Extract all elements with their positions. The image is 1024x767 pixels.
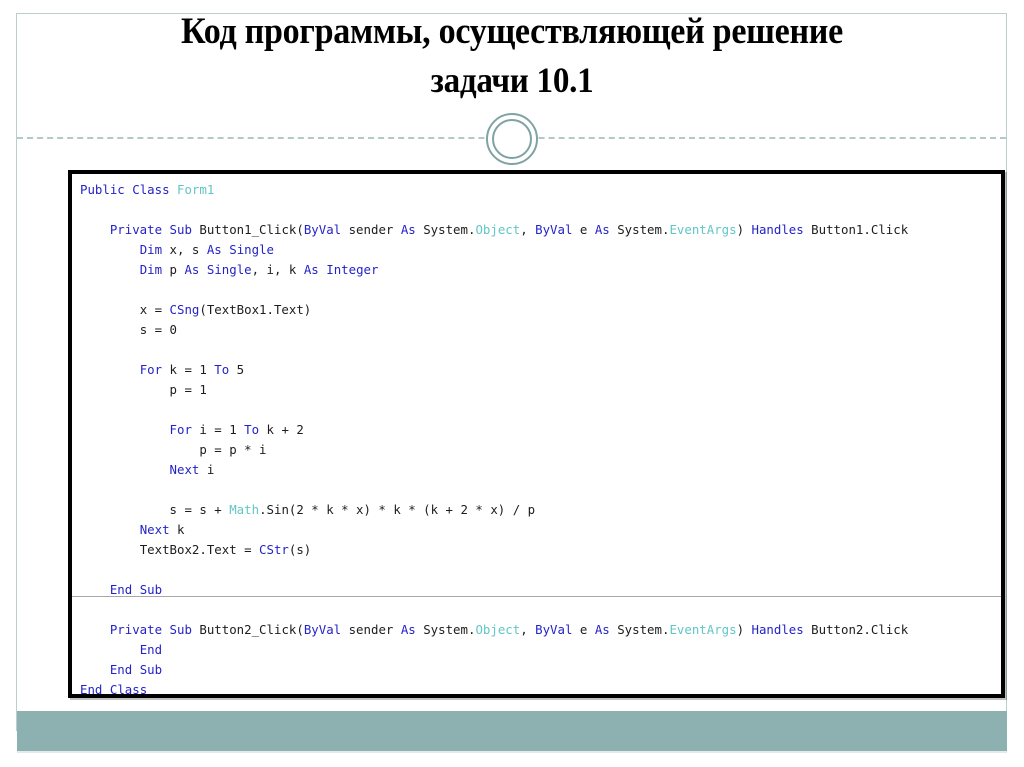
- code-token: (s): [288, 542, 312, 557]
- code-section-separator: [72, 596, 1001, 597]
- code-token: p = 1: [169, 382, 207, 397]
- code-token: System.: [415, 222, 476, 237]
- page-title-line-1: Код программы, осуществляющей решение: [181, 11, 843, 52]
- code-token: Class: [109, 682, 148, 697]
- code-token: Sub: [169, 222, 192, 237]
- code-token: Object: [475, 622, 521, 637]
- code-token: k = 1: [162, 362, 215, 377]
- code-token: p = p * i: [199, 442, 267, 457]
- decorative-ring-icon: [486, 113, 538, 165]
- code-token: .Sin(2 * k * x) * k * (k + 2 * x) / p: [259, 502, 536, 517]
- code-token: Dim: [139, 262, 163, 277]
- code-token: (TextBox1.Text): [199, 302, 312, 317]
- code-token: Button1_Click(: [191, 222, 304, 237]
- code-token: EventArgs: [669, 622, 737, 637]
- code-token: As: [594, 622, 610, 637]
- code-listing-panel: Public Class Form1 Private Sub Button1_C…: [68, 170, 1005, 698]
- presentation-slide: Код программы, осуществляющей решение за…: [0, 0, 1024, 767]
- code-token: Private: [109, 222, 163, 237]
- code-token: x =: [139, 302, 170, 317]
- code-token: EventArgs: [669, 222, 737, 237]
- code-token: Handles: [751, 622, 804, 637]
- code-token: Single: [206, 262, 252, 277]
- code-token: ): [736, 222, 752, 237]
- code-token: Public: [80, 182, 125, 197]
- code-token: Next: [139, 522, 170, 537]
- code-token: For: [169, 422, 192, 437]
- code-token: System.: [609, 622, 670, 637]
- code-token: s = 0: [139, 322, 177, 337]
- footer-accent-shadow: [17, 751, 1007, 753]
- code-token: i: [199, 462, 215, 477]
- code-token: End: [109, 582, 133, 597]
- code-token: CSng: [169, 302, 200, 317]
- code-token: Integer: [326, 262, 379, 277]
- code-token: End: [109, 662, 133, 677]
- code-token: Sub: [139, 662, 163, 677]
- code-token: ByVal: [303, 222, 342, 237]
- code-token: System.: [415, 622, 476, 637]
- page-title-line-2: задачи 10.1: [430, 60, 594, 100]
- code-token: As: [400, 622, 416, 637]
- code-token: Button2.Click: [803, 622, 909, 637]
- code-token: As: [184, 262, 200, 277]
- code-scroll-area: Public Class Form1 Private Sub Button1_C…: [72, 174, 1001, 694]
- code-token: Single: [229, 242, 274, 257]
- code-token: ,: [520, 222, 536, 237]
- code-token: , i, k: [251, 262, 304, 277]
- code-token: x, s: [162, 242, 207, 257]
- decorative-ring-inner-icon: [492, 119, 532, 159]
- code-token: As: [206, 242, 222, 257]
- code-token: As: [303, 262, 319, 277]
- code-token: Math: [229, 502, 260, 517]
- code-token: As: [594, 222, 610, 237]
- code-token: To: [214, 362, 230, 377]
- code-token: For: [139, 362, 163, 377]
- code-token: Form1: [177, 182, 215, 197]
- code-token: To: [244, 422, 260, 437]
- code-token: Button2_Click(: [191, 622, 304, 637]
- footer-accent-bar: [17, 711, 1007, 751]
- code-token: Sub: [169, 622, 192, 637]
- code-token: i = 1: [191, 422, 245, 437]
- page-title: Код программы, осуществляющей решение за…: [52, 8, 972, 104]
- code-token: Button1.Click: [803, 222, 909, 237]
- code-token: Next: [169, 462, 200, 477]
- code-token: e: [572, 622, 595, 637]
- code-token: End: [139, 642, 163, 657]
- code-token: 5: [229, 362, 245, 377]
- code-token: TextBox2.Text =: [139, 542, 260, 557]
- code-token: Handles: [751, 222, 804, 237]
- code-token: s = s +: [169, 502, 230, 517]
- code-token: Class: [132, 182, 170, 197]
- code-token: Sub: [139, 582, 163, 597]
- code-token: Dim: [139, 242, 163, 257]
- code-token: CStr: [259, 542, 289, 557]
- code-token: System.: [609, 222, 670, 237]
- code-token: As: [400, 222, 416, 237]
- code-token: ByVal: [535, 222, 573, 237]
- code-token: e: [572, 222, 595, 237]
- code-token: End: [80, 682, 103, 697]
- code-token: k + 2: [259, 422, 304, 437]
- code-token: ByVal: [303, 622, 342, 637]
- code-token: k: [169, 522, 185, 537]
- code-token: sender: [341, 222, 401, 237]
- code-token: ,: [520, 622, 536, 637]
- code-token: ): [736, 622, 752, 637]
- code-token: Private: [109, 622, 163, 637]
- code-token: sender: [341, 622, 401, 637]
- code-token: Object: [475, 222, 521, 237]
- source-code-text: Public Class Form1 Private Sub Button1_C…: [72, 180, 1001, 697]
- code-token: ByVal: [535, 622, 573, 637]
- code-token: p: [162, 262, 185, 277]
